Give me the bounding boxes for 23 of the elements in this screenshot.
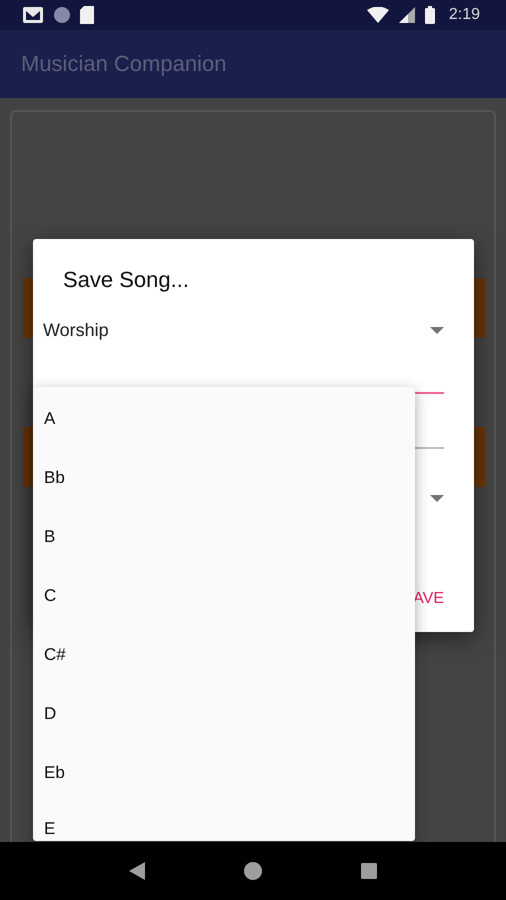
battery-icon	[424, 6, 435, 24]
menu-item[interactable]: A	[33, 389, 415, 448]
menu-item[interactable]: Bb	[33, 448, 415, 507]
clock-time: 2:19	[448, 6, 480, 24]
signal-icon	[398, 7, 415, 23]
circle-icon	[54, 7, 70, 23]
recents-icon[interactable]	[360, 863, 377, 879]
dropdown-caret-icon[interactable]	[430, 326, 444, 334]
menu-item[interactable]: Eb	[33, 743, 415, 802]
menu-item[interactable]: D	[33, 684, 415, 743]
app-title: Musician Companion	[21, 51, 226, 77]
dropdown-caret-icon[interactable]	[430, 494, 444, 502]
category-dropdown[interactable]: Worship	[43, 320, 109, 340]
menu-item[interactable]: B	[33, 507, 415, 566]
mail-icon	[22, 6, 44, 24]
menu-item[interactable]: C#	[33, 625, 415, 684]
home-icon[interactable]	[244, 862, 262, 880]
menu-item[interactable]: C	[33, 566, 415, 625]
menu-item[interactable]: E	[33, 802, 415, 839]
wifi-icon	[366, 7, 389, 23]
back-icon[interactable]	[129, 862, 146, 880]
sd-card-icon	[80, 6, 94, 24]
dialog-title: Save Song...	[63, 267, 190, 293]
